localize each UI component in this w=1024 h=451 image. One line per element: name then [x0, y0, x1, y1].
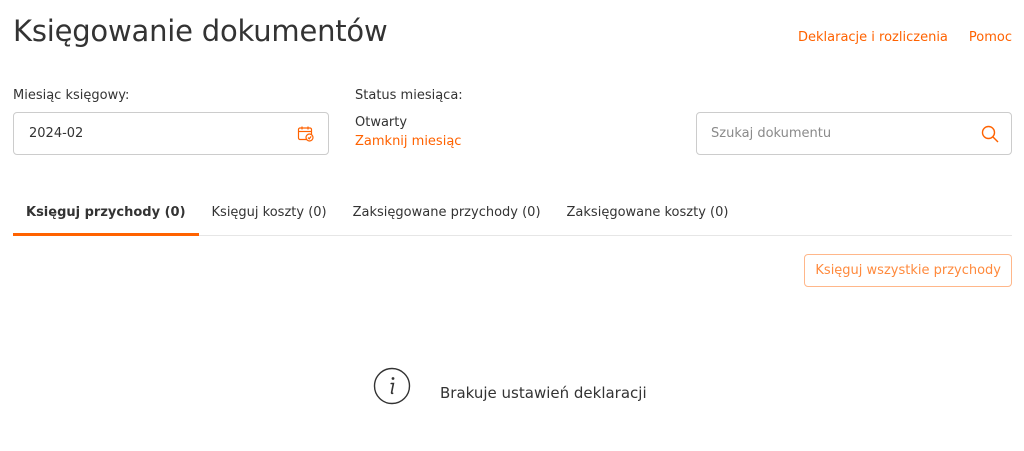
tab-posted-income[interactable]: Zaksięgowane przychody (0): [340, 195, 554, 236]
empty-state: Brakuje ustawień deklaracji: [373, 367, 647, 405]
help-link[interactable]: Pomoc: [969, 30, 1012, 45]
page-title: Księgowanie dokumentów: [13, 14, 388, 48]
calendar-icon[interactable]: [296, 124, 316, 144]
search-input[interactable]: [711, 126, 979, 141]
close-month-link[interactable]: Zamknij miesiąc: [355, 134, 461, 149]
info-icon: [373, 367, 411, 405]
status-label: Status miesiąca:: [355, 88, 463, 103]
status-value: Otwarty: [355, 115, 408, 130]
search-icon[interactable]: [979, 123, 1001, 145]
header-links: Deklaracje i rozliczenia Pomoc: [798, 30, 1012, 45]
tab-post-costs[interactable]: Księguj koszty (0): [199, 195, 340, 236]
empty-state-message: Brakuje ustawień deklaracji: [440, 384, 647, 402]
tab-post-income[interactable]: Księguj przychody (0): [13, 195, 199, 236]
month-picker[interactable]: 2024-02: [13, 112, 329, 155]
post-all-income-button[interactable]: Księguj wszystkie przychody: [804, 254, 1012, 287]
tab-posted-costs[interactable]: Zaksięgowane koszty (0): [554, 195, 742, 236]
month-label: Miesiąc księgowy:: [13, 88, 130, 103]
search-box[interactable]: [696, 112, 1012, 155]
tab-bar: Księguj przychody (0) Księguj koszty (0)…: [13, 195, 1012, 236]
declarations-link[interactable]: Deklaracje i rozliczenia: [798, 30, 948, 45]
month-value: 2024-02: [29, 126, 84, 141]
